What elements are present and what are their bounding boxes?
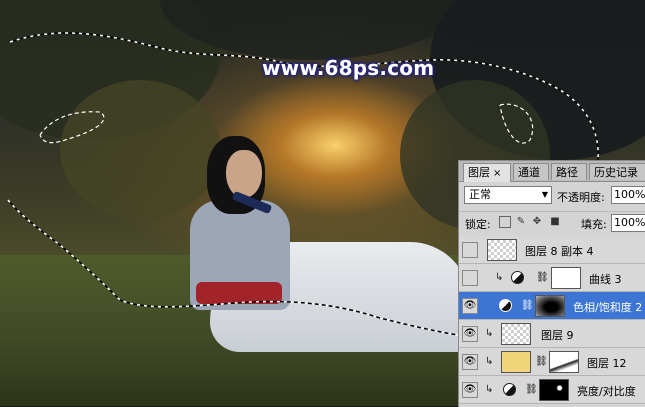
layer-row[interactable]: 👁 ↳ ⛓ 图层 12	[459, 348, 645, 376]
tab-layers[interactable]: 图层 ×	[463, 163, 511, 182]
lock-all-icon[interactable]: ■	[549, 216, 561, 228]
eye-icon[interactable]: 👁	[462, 382, 478, 398]
layers-panel: 图层 × 通道 路径 历史记录 正常 ▼ 不透明度: 100% 锁定: ✎ ✥ ■…	[458, 160, 645, 407]
visibility-toggle[interactable]	[462, 242, 478, 258]
eye-icon[interactable]: 👁	[462, 354, 478, 370]
opacity-label: 不透明度:	[557, 191, 605, 204]
blend-mode-value: 正常	[469, 188, 491, 201]
fill-label: 填充:	[581, 218, 607, 231]
blend-mode-select[interactable]: 正常 ▼	[464, 186, 552, 204]
tab-history[interactable]: 历史记录	[589, 163, 645, 180]
layer-name: 图层 12	[587, 357, 627, 370]
lock-row: 锁定: ✎ ✥ ■ 填充: 100%	[459, 211, 645, 234]
eye-icon[interactable]: 👁	[462, 298, 478, 314]
layer-mask-thumbnail[interactable]	[549, 351, 579, 373]
layer-mask-thumbnail[interactable]	[551, 267, 581, 289]
watermark-text: www.68ps.com	[262, 56, 435, 80]
clipping-arrow-icon: ↳	[485, 356, 494, 367]
layer-name: 图层 8 副本 4	[525, 245, 594, 258]
dropdown-arrow-icon: ▼	[541, 190, 548, 199]
close-icon[interactable]: ×	[493, 168, 501, 179]
tab-paths[interactable]: 路径	[551, 163, 587, 180]
link-chain-icon: ⛓	[536, 272, 549, 283]
lock-label: 锁定:	[465, 218, 491, 231]
layer-thumbnail	[501, 351, 531, 373]
adjustment-layer-icon	[499, 299, 512, 312]
visibility-toggle[interactable]	[462, 270, 478, 286]
layer-thumbnail	[501, 323, 531, 345]
layer-name: 亮度/对比度	[577, 385, 636, 398]
layer-row[interactable]: 图层 8 副本 4	[459, 236, 645, 264]
panel-tab-bar: 图层 × 通道 路径 历史记录	[459, 161, 645, 182]
layer-name: 色相/饱和度 2	[573, 301, 643, 314]
lock-transparent-icon[interactable]	[499, 216, 511, 228]
tab-layers-label: 图层	[468, 166, 490, 179]
blend-row: 正常 ▼ 不透明度: 100%	[459, 183, 645, 207]
layer-name: 曲线 3	[589, 273, 622, 286]
layer-name: 图层 9	[541, 329, 574, 342]
eye-icon[interactable]: 👁	[462, 326, 478, 342]
tab-channels[interactable]: 通道	[513, 163, 549, 180]
clipping-arrow-icon: ↳	[485, 328, 494, 339]
layer-mask-thumbnail[interactable]	[539, 379, 569, 401]
link-chain-icon: ⛓	[525, 384, 538, 395]
layer-mask-thumbnail[interactable]	[535, 295, 565, 317]
link-chain-icon: ⛓	[535, 356, 548, 367]
clipping-arrow-icon: ↳	[495, 272, 504, 283]
layer-row[interactable]: 👁 ↳ ⛓ 亮度/对比度	[459, 376, 645, 404]
lock-brush-icon[interactable]: ✎	[515, 216, 527, 228]
clipping-arrow-icon: ↳	[485, 384, 494, 395]
layer-row[interactable]: 👁 ↳ 图层 9	[459, 320, 645, 348]
opacity-input[interactable]: 100%	[611, 186, 645, 204]
layer-thumbnail	[487, 239, 517, 261]
adjustment-layer-icon	[511, 271, 524, 284]
lock-move-icon[interactable]: ✥	[531, 216, 543, 228]
layer-row[interactable]: 👁 ⛓ 色相/饱和度 2	[459, 292, 645, 320]
fill-input[interactable]: 100%	[611, 214, 645, 232]
link-chain-icon: ⛓	[521, 300, 534, 311]
adjustment-layer-icon	[503, 383, 516, 396]
layer-row[interactable]: ↳ ⛓ 曲线 3	[459, 264, 645, 292]
layer-list: 图层 8 副本 4 ↳ ⛓ 曲线 3 👁 ⛓ 色相/饱和度 2 👁 ↳ 图层 9	[459, 236, 645, 407]
